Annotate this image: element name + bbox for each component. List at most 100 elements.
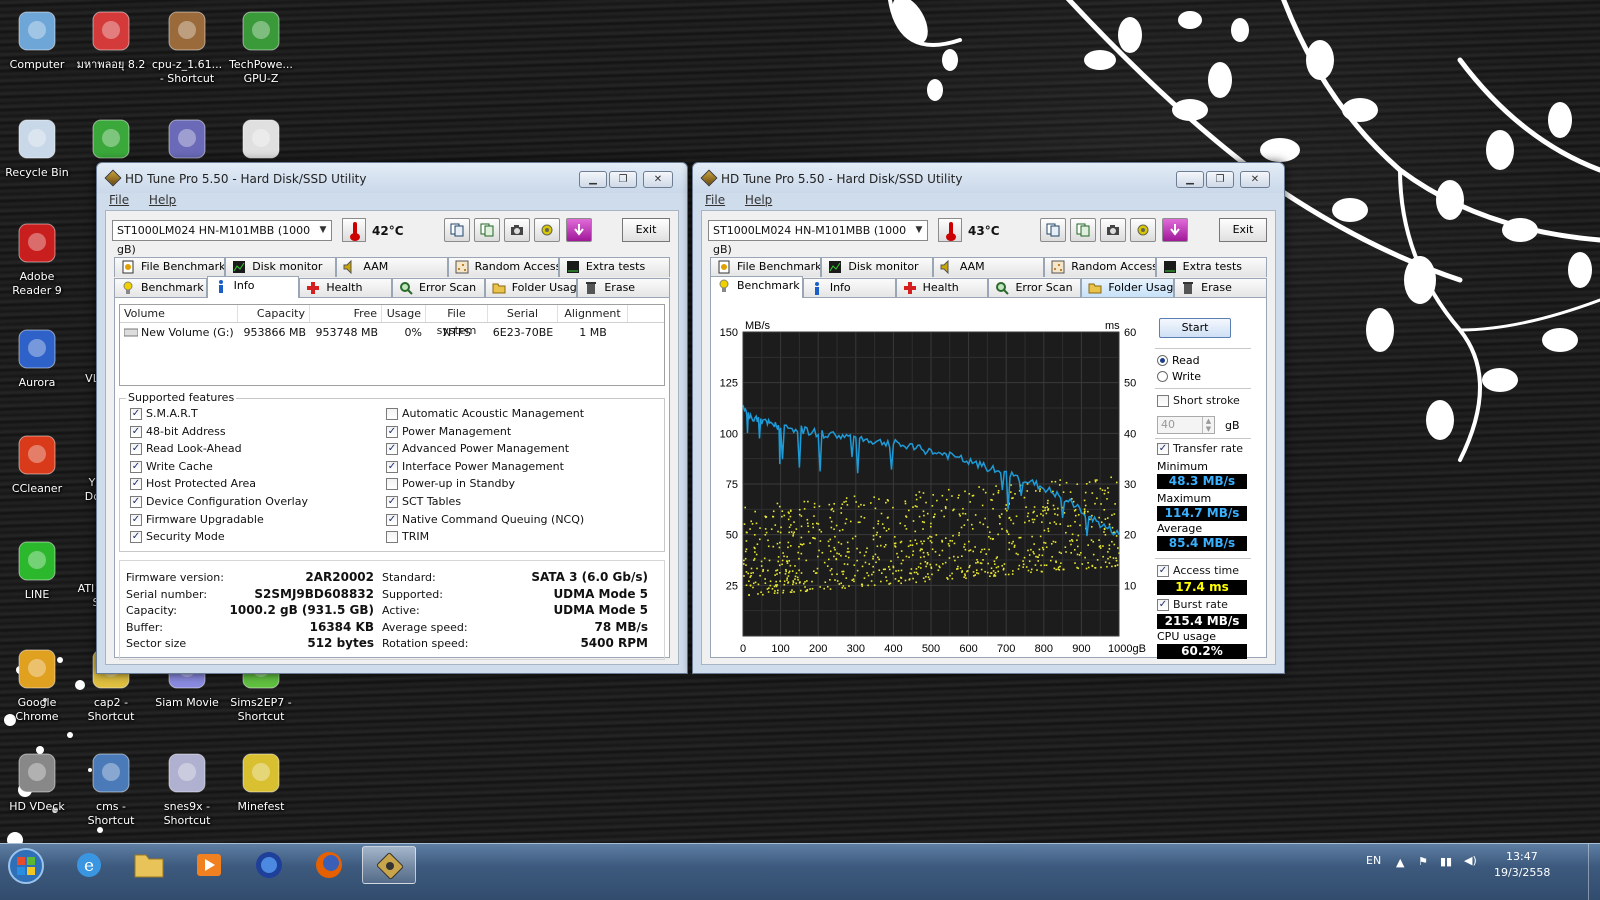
language-indicator[interactable]: EN (1366, 854, 1381, 867)
save-button[interactable] (1162, 218, 1188, 242)
desktop-icon[interactable]: Adobe Reader 9 (0, 220, 74, 298)
desktop-icon[interactable]: cms - Shortcut (74, 750, 148, 828)
exit-button[interactable]: Exit (622, 218, 670, 242)
write-radio[interactable]: Write (1157, 370, 1201, 383)
copy-all-button[interactable] (1070, 218, 1096, 242)
desktop-icon[interactable]: LINE (0, 538, 74, 602)
tab-file-benchmark[interactable]: File Benchmark (114, 257, 226, 277)
network-icon[interactable]: ▮▮ (1440, 855, 1452, 868)
save-button[interactable] (566, 218, 592, 242)
tab-extra-tests[interactable]: Extra tests (558, 257, 671, 277)
taskbar-hdtune[interactable] (362, 846, 416, 884)
column-header[interactable]: Volume (120, 305, 238, 322)
taskbar-aurora[interactable] (242, 846, 296, 884)
feature-checkbox[interactable]: ✓ Advanced Power Management (386, 442, 569, 456)
tab-aam[interactable]: AAM (336, 257, 448, 277)
copy-text-button[interactable] (444, 218, 470, 242)
feature-checkbox[interactable]: ✓ Firmware Upgradable (130, 513, 264, 527)
read-radio[interactable]: Read (1157, 354, 1200, 367)
clock-time[interactable]: 13:47 (1506, 850, 1538, 863)
tab-random-access[interactable]: Random Access (447, 257, 559, 277)
drive-select[interactable]: ST1000LM024 HN-M101MBB (1000 gB) ▼ (708, 220, 928, 256)
tab-health[interactable]: Health (895, 278, 989, 298)
title-bar[interactable]: HD Tune Pro 5.50 - Hard Disk/SSD Utility… (693, 163, 1284, 193)
table-row[interactable]: New Volume (G:) 953866 MB 953748 MB 0% NTFS 6… (120, 323, 664, 343)
tab-info[interactable]: Info (206, 276, 300, 298)
column-header[interactable]: Usage (382, 305, 426, 322)
short-stroke-checkbox[interactable]: Short stroke (1157, 394, 1240, 408)
options-button[interactable] (534, 218, 560, 242)
tab-folder-usage[interactable]: Folder Usage (1081, 278, 1175, 298)
feature-checkbox[interactable]: ✓ Power Management (386, 425, 511, 439)
restore-button[interactable]: ❐ (609, 171, 637, 188)
tab-benchmark[interactable]: Benchmark (710, 276, 803, 298)
tab-health[interactable]: Health (299, 278, 393, 298)
action-center-icon[interactable]: ⚑ (1418, 855, 1428, 868)
tab-benchmark[interactable]: Benchmark (114, 278, 207, 298)
access-time-checkbox[interactable]: ✓ Access time (1157, 564, 1239, 578)
tab-info[interactable]: Info (802, 278, 896, 298)
show-hidden-icons-button[interactable]: ▲ (1396, 856, 1404, 869)
menu-file[interactable]: File (109, 193, 129, 207)
tab-extra-tests[interactable]: Extra tests (1155, 257, 1268, 277)
tab-file-benchmark[interactable]: File Benchmark (710, 257, 822, 277)
menu-help[interactable]: Help (149, 193, 176, 207)
tab-erase[interactable]: Erase (577, 278, 671, 298)
desktop-icon[interactable]: Computer (0, 8, 74, 72)
close-button[interactable]: ✕ (643, 171, 673, 188)
desktop-icon[interactable]: HD VDeck (0, 750, 74, 814)
desktop-icon[interactable] (224, 116, 298, 166)
feature-checkbox[interactable]: Power-up in Standby (386, 477, 515, 491)
minimize-button[interactable]: ▁ (579, 171, 607, 188)
feature-checkbox[interactable]: ✓ Native Command Queuing (NCQ) (386, 513, 584, 527)
taskbar-firefox[interactable] (302, 846, 356, 884)
feature-checkbox[interactable]: ✓ Read Look-Ahead (130, 442, 242, 456)
feature-checkbox[interactable]: ✓ Write Cache (130, 460, 213, 474)
transfer-rate-checkbox[interactable]: ✓ Transfer rate (1157, 442, 1243, 456)
tab-disk-monitor[interactable]: Disk monitor (225, 257, 337, 277)
feature-checkbox[interactable]: ✓ Interface Power Management (386, 460, 564, 474)
restore-button[interactable]: ❐ (1206, 171, 1234, 188)
feature-checkbox[interactable]: ✓ Host Protected Area (130, 477, 256, 491)
desktop-icon[interactable]: TechPowe... GPU-Z (224, 8, 298, 86)
column-header[interactable]: Free (310, 305, 382, 322)
start-button[interactable] (6, 846, 50, 886)
taskbar-media-player[interactable] (182, 846, 236, 884)
desktop-icon[interactable]: CCleaner (0, 432, 74, 496)
exit-button[interactable]: Exit (1219, 218, 1267, 242)
desktop-icon-partial-label[interactable]: ATI (76, 582, 96, 596)
desktop-icon[interactable]: Google Chrome (0, 646, 74, 724)
feature-checkbox[interactable]: ✓ SCT Tables (386, 495, 461, 509)
feature-checkbox[interactable]: ✓ S.M.A.R.T (130, 407, 198, 421)
copy-text-button[interactable] (1040, 218, 1066, 242)
taskbar-internet-explorer[interactable]: e (62, 846, 116, 884)
desktop-icon[interactable]: Minefest (224, 750, 298, 814)
column-header[interactable]: Capacity (238, 305, 310, 322)
options-button[interactable] (1130, 218, 1156, 242)
feature-checkbox[interactable]: ✓ 48-bit Address (130, 425, 226, 439)
feature-checkbox[interactable]: ✓ Device Configuration Overlay (130, 495, 308, 509)
desktop-icon[interactable] (74, 116, 148, 166)
title-bar[interactable]: HD Tune Pro 5.50 - Hard Disk/SSD Utility… (97, 163, 687, 193)
taskbar-explorer[interactable] (122, 846, 176, 884)
column-header[interactable]: File system (426, 305, 488, 337)
short-stroke-spinner[interactable]: 40 ▲ ▼ (1157, 416, 1215, 434)
tab-error-scan[interactable]: Error Scan (392, 278, 485, 298)
desktop-icon[interactable] (150, 116, 224, 166)
desktop-icon[interactable]: Recycle Bin (0, 116, 74, 180)
volume-icon[interactable]: ◀) (1464, 854, 1477, 867)
start-button[interactable]: Start (1159, 318, 1231, 338)
close-button[interactable]: ✕ (1240, 171, 1270, 188)
tab-aam[interactable]: AAM (932, 257, 1045, 277)
tab-erase[interactable]: Erase (1174, 278, 1267, 298)
desktop-icon[interactable]: snes9x - Shortcut (150, 750, 224, 828)
tab-error-scan[interactable]: Error Scan (988, 278, 1082, 298)
tab-random-access[interactable]: Random Access (1044, 257, 1156, 277)
column-header[interactable]: Alignment (558, 305, 628, 322)
feature-checkbox[interactable]: Automatic Acoustic Management (386, 407, 584, 421)
screenshot-button[interactable] (504, 218, 530, 242)
tab-disk-monitor[interactable]: Disk monitor (821, 257, 933, 277)
column-header[interactable]: Serial (488, 305, 558, 322)
show-desktop-button[interactable] (1588, 844, 1600, 900)
minimize-button[interactable]: ▁ (1176, 171, 1204, 188)
